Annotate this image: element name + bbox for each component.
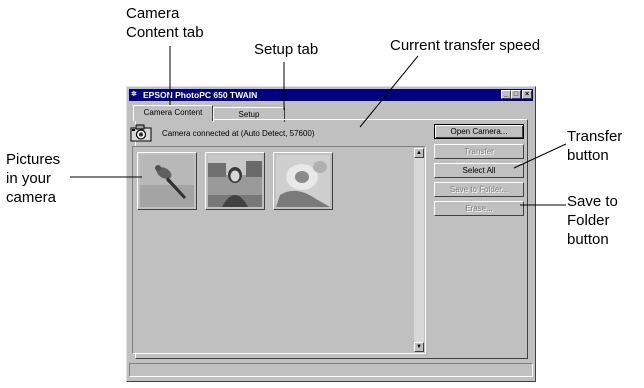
flowers-photo (276, 155, 330, 207)
callout-line: Folder (567, 212, 610, 229)
connection-status: Camera connected at (Auto Detect, 57600) (162, 129, 315, 138)
tab-camera-content-label: Camera Content (143, 108, 203, 117)
scroll-down-arrow-icon[interactable]: ▼ (414, 342, 424, 352)
app-icon[interactable]: ✲ (131, 91, 139, 99)
camera-content-panel: Camera connected at (Auto Detect, 57600) (130, 119, 528, 359)
callout-line: camera (6, 189, 57, 206)
callout-line: button (567, 231, 609, 248)
erase-button[interactable]: Erase... (434, 201, 524, 216)
thumbnail-flowers[interactable] (273, 152, 333, 210)
transfer-button[interactable]: Transfer (434, 144, 524, 159)
thumbnail-bird[interactable] (137, 152, 197, 210)
callout-line: Transfer (567, 128, 623, 145)
callout-line: in your (6, 170, 52, 187)
select-all-button[interactable]: Select All (434, 163, 524, 178)
tab-camera-content[interactable]: Camera Content (133, 105, 213, 121)
close-button[interactable]: × (522, 90, 532, 99)
thumbnail-scrollbar[interactable]: ▲ ▼ (414, 148, 424, 352)
camera-icon (130, 124, 152, 142)
thumbnail-list[interactable]: ▲ ▼ (132, 146, 426, 354)
tab-setup-label: Setup (238, 110, 260, 119)
callout-line: Content tab (126, 24, 204, 41)
callout-line: Camera (126, 5, 180, 22)
callout-line: Save to (567, 193, 618, 210)
minimize-button[interactable]: _ (501, 90, 511, 99)
bird-photo (140, 155, 194, 207)
transfer-button-callout: Transfer button (567, 127, 622, 165)
transfer-speed-callout: Current transfer speed (390, 37, 541, 54)
thumbnail-person[interactable] (205, 152, 265, 210)
scroll-up-arrow-icon[interactable]: ▲ (414, 148, 424, 158)
twain-window: ✲ EPSON PhotoPC 650 TWAIN _ □ × Camera C… (126, 86, 536, 382)
save-button-callout: Save to Folder button (567, 192, 618, 249)
status-bar (129, 363, 533, 377)
maximize-button[interactable]: □ (511, 90, 521, 99)
callout-line: button (567, 147, 609, 164)
person-photo (208, 155, 262, 207)
window-title: EPSON PhotoPC 650 TWAIN (143, 90, 258, 100)
title-bar[interactable]: ✲ EPSON PhotoPC 650 TWAIN _ □ × (129, 89, 533, 101)
pictures-callout: Pictures in your camera (6, 150, 60, 207)
setup-tab-callout: Setup tab (254, 41, 319, 58)
open-camera-button[interactable]: Open Camera... (434, 124, 524, 139)
callout-line: Pictures (6, 151, 61, 168)
save-to-folder-button[interactable]: Save to Folder... (434, 182, 524, 197)
camera-content-tab-callout: Camera Content tab (126, 4, 204, 42)
